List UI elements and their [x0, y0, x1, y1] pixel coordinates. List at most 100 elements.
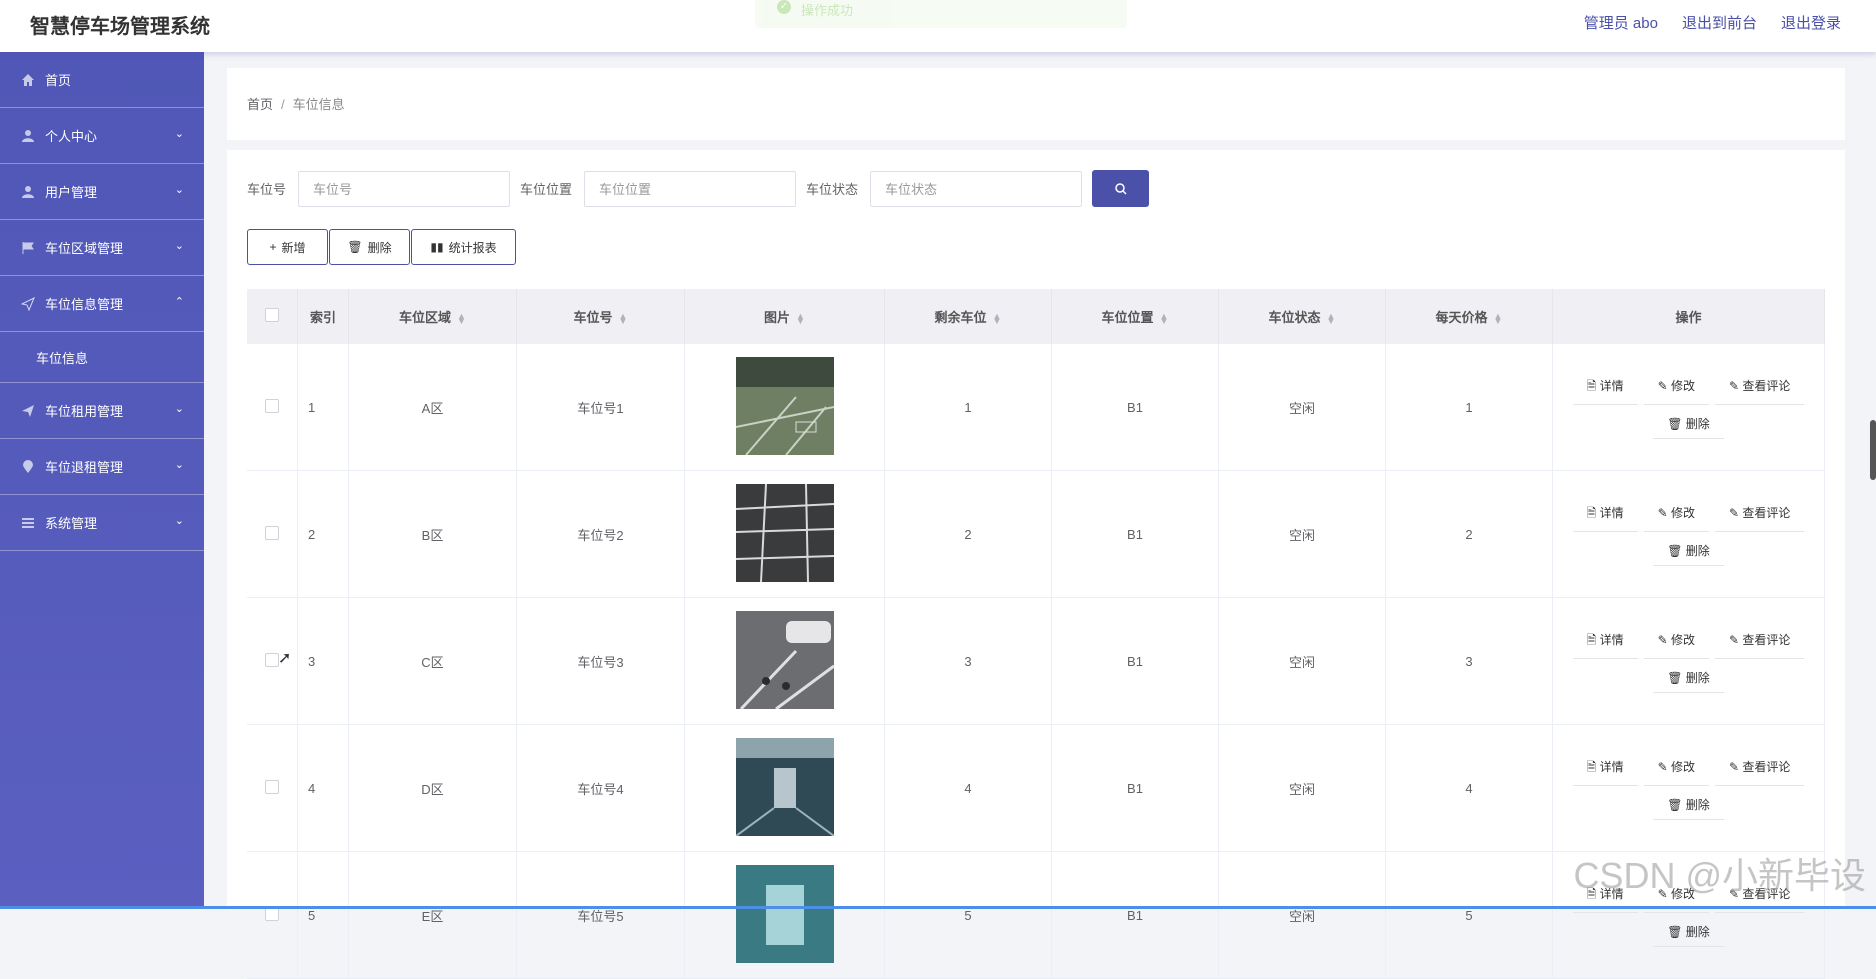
- cell-no: 车位号4: [516, 724, 685, 852]
- logout-link[interactable]: 退出登录: [1781, 12, 1841, 33]
- comment-button[interactable]: ✎ 查看评论: [1715, 375, 1805, 405]
- sort-icon: ▲ ▼: [1493, 310, 1503, 326]
- header-index: 索引: [297, 289, 349, 344]
- cell-price: 1: [1385, 344, 1553, 471]
- comment-button[interactable]: ✎ 查看评论: [1715, 502, 1805, 532]
- space-position-input[interactable]: 车位位置: [584, 170, 797, 207]
- delete-button-label: 删除: [367, 240, 392, 255]
- edit-button[interactable]: ✎ 修改: [1643, 502, 1709, 532]
- sidebar: 首页 个人中心 ⌄ 用户管理 ⌄ 车位区域管理 ⌄ 车位信息管理 ⌃ 车位信息 …: [0, 52, 204, 909]
- sidebar-item-label: 首页: [45, 73, 72, 88]
- cell-status: 空闲: [1218, 470, 1386, 598]
- cell-area: C区: [348, 597, 517, 725]
- edit-label: 修改: [1670, 506, 1695, 520]
- comment-label: 查看评论: [1742, 633, 1791, 647]
- space-no-input[interactable]: 车位号: [298, 170, 511, 207]
- edit-button[interactable]: ✎ 修改: [1643, 375, 1709, 405]
- edit-label: 修改: [1670, 633, 1695, 647]
- cell-no: 车位号1: [516, 344, 685, 471]
- space-position-label: 车位位置: [520, 182, 573, 197]
- header-position[interactable]: 车位位置 ▲ ▼: [1051, 289, 1219, 344]
- header-image[interactable]: 图片 ▲ ▼: [684, 289, 885, 344]
- location-icon: [20, 459, 36, 475]
- row-checkbox[interactable]: [265, 779, 279, 794]
- edit-button[interactable]: ✎ 修改: [1643, 629, 1709, 659]
- parking-image[interactable]: [735, 737, 834, 836]
- sidebar-item-home[interactable]: 首页: [0, 52, 204, 108]
- search-bar: 车位号 车位号 车位位置 车位位置 车位状态 车位状态: [247, 170, 1150, 207]
- sidebar-item-users[interactable]: 用户管理 ⌄: [0, 164, 204, 220]
- scrollbar-thumb[interactable]: [1870, 420, 1876, 480]
- parking-image[interactable]: [735, 483, 834, 582]
- content-panel: 车位号 车位号 车位位置 车位位置 车位状态 车位状态 + 新增 🗑 删除 ▮▮ 统计…: [227, 150, 1845, 979]
- cell-price: 4: [1385, 724, 1553, 852]
- detail-label: 详情: [1599, 379, 1624, 393]
- space-status-input[interactable]: 车位状态: [870, 170, 1083, 207]
- comment-label: 查看评论: [1742, 379, 1791, 393]
- send-icon: [20, 296, 36, 312]
- sidebar-item-personal[interactable]: 个人中心 ⌄: [0, 108, 204, 164]
- detail-button[interactable]: 🗎 详情: [1572, 756, 1638, 786]
- sidebar-item-space-info[interactable]: 车位信息管理 ⌃: [0, 276, 204, 332]
- comment-label: 查看评论: [1742, 506, 1791, 520]
- parking-image[interactable]: [735, 356, 834, 455]
- table-row: 3 C区 车位号3 3 B1 空闲 3 🗎 详情 ✎ 修改 ✎ 查看评论 🗑 删…: [247, 597, 1825, 725]
- parking-image[interactable]: [735, 610, 834, 709]
- header-area[interactable]: 车位区域 ▲ ▼: [348, 289, 517, 344]
- comment-button[interactable]: ✎ 查看评论: [1715, 756, 1805, 786]
- row-delete-button[interactable]: 🗑 删除: [1653, 667, 1724, 693]
- detail-button[interactable]: 🗎 详情: [1572, 375, 1638, 405]
- front-link[interactable]: 退出到前台: [1682, 12, 1757, 33]
- comment-button[interactable]: ✎ 查看评论: [1715, 629, 1805, 659]
- header-price[interactable]: 每天价格 ▲ ▼: [1385, 289, 1553, 344]
- breadcrumb-home[interactable]: 首页: [247, 97, 273, 112]
- sidebar-item-label: 车位区域管理: [45, 241, 124, 256]
- cell-actions: 🗎 详情 ✎ 修改 ✎ 查看评论 🗑 删除: [1552, 724, 1825, 852]
- sort-icon: ▲ ▼: [1159, 310, 1169, 326]
- chevron-down-icon: ⌄: [174, 184, 184, 196]
- table-row: 1 A区 车位号1 1 B1 空闲 1 🗎 详情 ✎ 修改 ✎ 查看评论 🗑 删…: [247, 344, 1825, 471]
- header-price-label: 每天价格: [1435, 310, 1488, 325]
- detail-button[interactable]: 🗎 详情: [1572, 502, 1638, 532]
- header-no[interactable]: 车位号 ▲ ▼: [516, 289, 685, 344]
- toast-message: 操作成功: [801, 3, 854, 18]
- sort-icon: ▲ ▼: [992, 310, 1002, 326]
- row-select-cell: [247, 344, 298, 471]
- table-row: 2 B区 车位号2 2 B1 空闲 2 🗎 详情 ✎ 修改 ✎ 查看评论 🗑 删…: [247, 470, 1825, 598]
- parking-image[interactable]: [735, 864, 834, 963]
- breadcrumb-separator: /: [281, 97, 285, 112]
- search-button[interactable]: [1092, 170, 1150, 207]
- cell-position: B1: [1051, 597, 1219, 725]
- cell-position: B1: [1051, 344, 1219, 471]
- header-status-label: 车位状态: [1268, 310, 1321, 325]
- cell-area: B区: [348, 470, 517, 598]
- select-all-checkbox[interactable]: [265, 308, 279, 322]
- edit-button[interactable]: ✎ 修改: [1643, 756, 1709, 786]
- row-checkbox[interactable]: [265, 398, 279, 413]
- header-remain[interactable]: 剩余车位 ▲ ▼: [884, 289, 1052, 344]
- row-delete-button[interactable]: 🗑 删除: [1653, 794, 1724, 820]
- sidebar-item-area[interactable]: 车位区域管理 ⌄: [0, 220, 204, 276]
- edit-label: 修改: [1670, 760, 1695, 774]
- app-title: 智慧停车场管理系统: [30, 16, 210, 38]
- cell-status: 空闲: [1218, 597, 1386, 725]
- report-button[interactable]: ▮▮ 统计报表: [411, 229, 516, 265]
- detail-button[interactable]: 🗎 详情: [1572, 629, 1638, 659]
- bar-chart-icon: ▮▮: [430, 240, 444, 254]
- sidebar-subitem-space-info[interactable]: 车位信息: [0, 332, 204, 383]
- add-button[interactable]: + 新增: [247, 229, 328, 265]
- row-delete-button[interactable]: 🗑 删除: [1653, 921, 1724, 947]
- delete-button[interactable]: 🗑 删除: [329, 229, 410, 265]
- row-delete-button[interactable]: 🗑 删除: [1653, 540, 1724, 566]
- sidebar-item-return[interactable]: 车位退租管理 ⌄: [0, 439, 204, 495]
- admin-label: 管理员 abo: [1583, 15, 1658, 32]
- cell-status: 空闲: [1218, 851, 1386, 979]
- row-checkbox[interactable]: [265, 525, 279, 540]
- cell-status: 空闲: [1218, 344, 1386, 471]
- sidebar-item-rent[interactable]: 车位租用管理 ⌄: [0, 383, 204, 439]
- cell-index: 2: [297, 470, 349, 598]
- row-delete-button[interactable]: 🗑 删除: [1653, 413, 1724, 439]
- header-status[interactable]: 车位状态 ▲ ▼: [1218, 289, 1386, 344]
- row-checkbox[interactable]: [265, 652, 279, 667]
- sidebar-item-system[interactable]: 系统管理 ⌄: [0, 495, 204, 551]
